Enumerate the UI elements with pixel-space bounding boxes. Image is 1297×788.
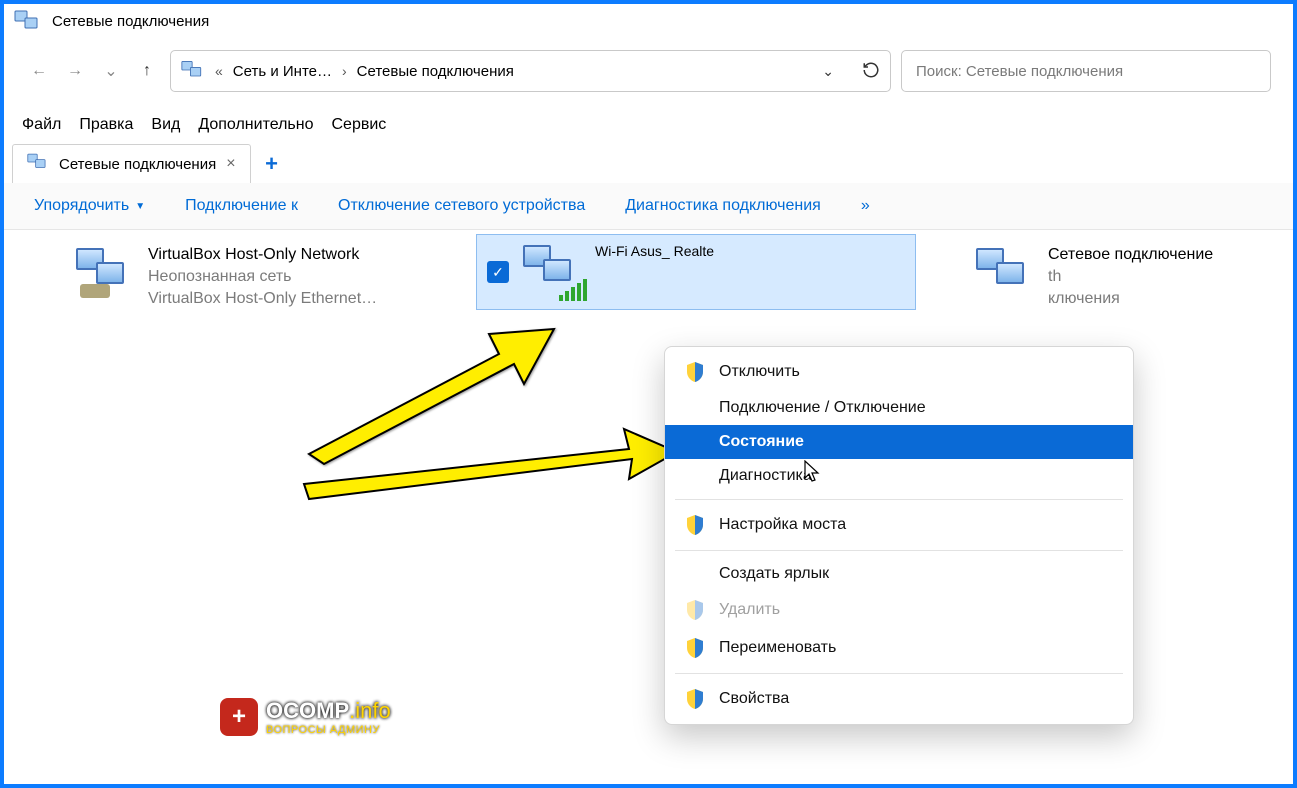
menu-extra[interactable]: Дополнительно (198, 116, 313, 134)
toolbar-disable[interactable]: Отключение сетевого устройства (338, 197, 585, 215)
menu-view[interactable]: Вид (151, 116, 180, 134)
content-area: VirtualBox Host-Only Network Неопознанна… (4, 230, 1293, 266)
ctx-delete: Удалить (665, 591, 1133, 629)
wifi-adapter-icon (521, 243, 583, 301)
shield-icon (685, 688, 705, 710)
new-tab-button[interactable]: + (257, 149, 287, 179)
title-bar: Сетевые подключения (4, 4, 1293, 38)
ctx-properties[interactable]: Свойства (665, 680, 1133, 718)
menu-bar: Файл Правка Вид Дополнительно Сервис (4, 104, 1293, 140)
chevron-right-icon: › (342, 63, 347, 79)
tab-label: Сетевые подключения (59, 156, 216, 173)
connection-status: Неопознанная сеть (148, 268, 377, 286)
connection-title: Сетевое подключение (1048, 246, 1213, 264)
connection-wifi[interactable]: ✓ Wi-Fi Asus_ Realte (476, 234, 916, 310)
breadcrumb-seg1[interactable]: Сеть и Инте… (233, 63, 332, 80)
ctx-bridge[interactable]: Настройка моста (665, 506, 1133, 544)
refresh-icon[interactable] (862, 61, 880, 82)
shield-icon (685, 361, 705, 383)
nav-forward-button[interactable]: → (62, 58, 88, 84)
address-bar[interactable]: « Сеть и Инте… › Сетевые подключения ⌄ (170, 50, 891, 92)
breadcrumb-seg2[interactable]: Сетевые подключения (357, 63, 514, 80)
toolbar-overflow[interactable]: » (861, 197, 870, 215)
ctx-disable[interactable]: Отключить (665, 353, 1133, 391)
app-icon (14, 10, 42, 32)
search-placeholder: Поиск: Сетевые подключения (916, 63, 1123, 80)
shield-icon (685, 514, 705, 536)
ctx-diagnostics[interactable]: Диагностика (665, 459, 1133, 493)
connection-device: VirtualBox Host-Only Ethernet… (148, 290, 377, 308)
connection-status: Asus_ (631, 243, 670, 259)
breadcrumb-root-chevron[interactable]: « (215, 63, 223, 79)
caret-down-icon: ▼ (135, 201, 145, 212)
nav-recent-button[interactable]: ⌄ (98, 58, 124, 84)
menu-edit[interactable]: Правка (79, 116, 133, 134)
nav-row: ← → ⌄ ↑ « Сеть и Инте… › Сетевые подключ… (4, 38, 1293, 104)
shield-icon (685, 599, 705, 621)
nav-back-button[interactable]: ← (26, 58, 52, 84)
connection-status: th (1048, 268, 1213, 286)
menu-service[interactable]: Сервис (332, 116, 387, 134)
watermark: + OCOMP.info ВОПРОСЫ АДМИНУ (220, 698, 391, 736)
toolbar-diagnose[interactable]: Диагностика подключения (625, 197, 821, 215)
tab-strip: Сетевые подключения × + (4, 140, 1293, 183)
watermark-badge: + (220, 698, 258, 736)
selection-checkbox[interactable]: ✓ (487, 261, 509, 283)
connection-device: Realte (674, 243, 714, 259)
connection-device: ключения (1048, 290, 1213, 308)
shield-icon (685, 637, 705, 659)
tab-network-connections[interactable]: Сетевые подключения × (12, 144, 251, 183)
context-menu: Отключить Подключение / Отключение Состо… (664, 346, 1134, 725)
connection-virtualbox[interactable]: VirtualBox Host-Only Network Неопознанна… (64, 240, 464, 314)
ctx-shortcut[interactable]: Создать ярлык (665, 557, 1133, 591)
annotation-arrow-2 (299, 424, 679, 514)
network-adapter-icon (974, 246, 1036, 304)
toolbar-connect[interactable]: Подключение к (185, 197, 298, 215)
mouse-cursor-icon (804, 460, 822, 484)
window-title: Сетевые подключения (52, 13, 209, 30)
search-input[interactable]: Поиск: Сетевые подключения (901, 50, 1271, 92)
toolbar-organize[interactable]: Упорядочить ▼ (34, 197, 145, 215)
window-frame: Сетевые подключения ← → ⌄ ↑ « Сеть и Инт… (0, 0, 1297, 788)
tab-icon (27, 153, 49, 175)
connection-title: Wi-Fi (595, 243, 628, 259)
ctx-separator (675, 499, 1123, 500)
ctx-separator (675, 550, 1123, 551)
connection-title: VirtualBox Host-Only Network (148, 246, 377, 264)
ctx-separator (675, 673, 1123, 674)
connection-bluetooth[interactable]: Сетевое подключение th ключения (964, 240, 1284, 314)
network-adapter-icon (74, 246, 136, 304)
menu-file[interactable]: Файл (22, 116, 61, 134)
ctx-status[interactable]: Состояние (665, 425, 1133, 459)
tab-close-button[interactable]: × (226, 155, 235, 173)
address-dropdown-icon[interactable]: ⌄ (822, 63, 834, 80)
breadcrumb-icon (181, 60, 205, 83)
ctx-rename[interactable]: Переименовать (665, 629, 1133, 667)
nav-up-button[interactable]: ↑ (134, 58, 160, 84)
command-toolbar: Упорядочить ▼ Подключение к Отключение с… (4, 183, 1293, 230)
ctx-connect-disconnect[interactable]: Подключение / Отключение (665, 391, 1133, 425)
